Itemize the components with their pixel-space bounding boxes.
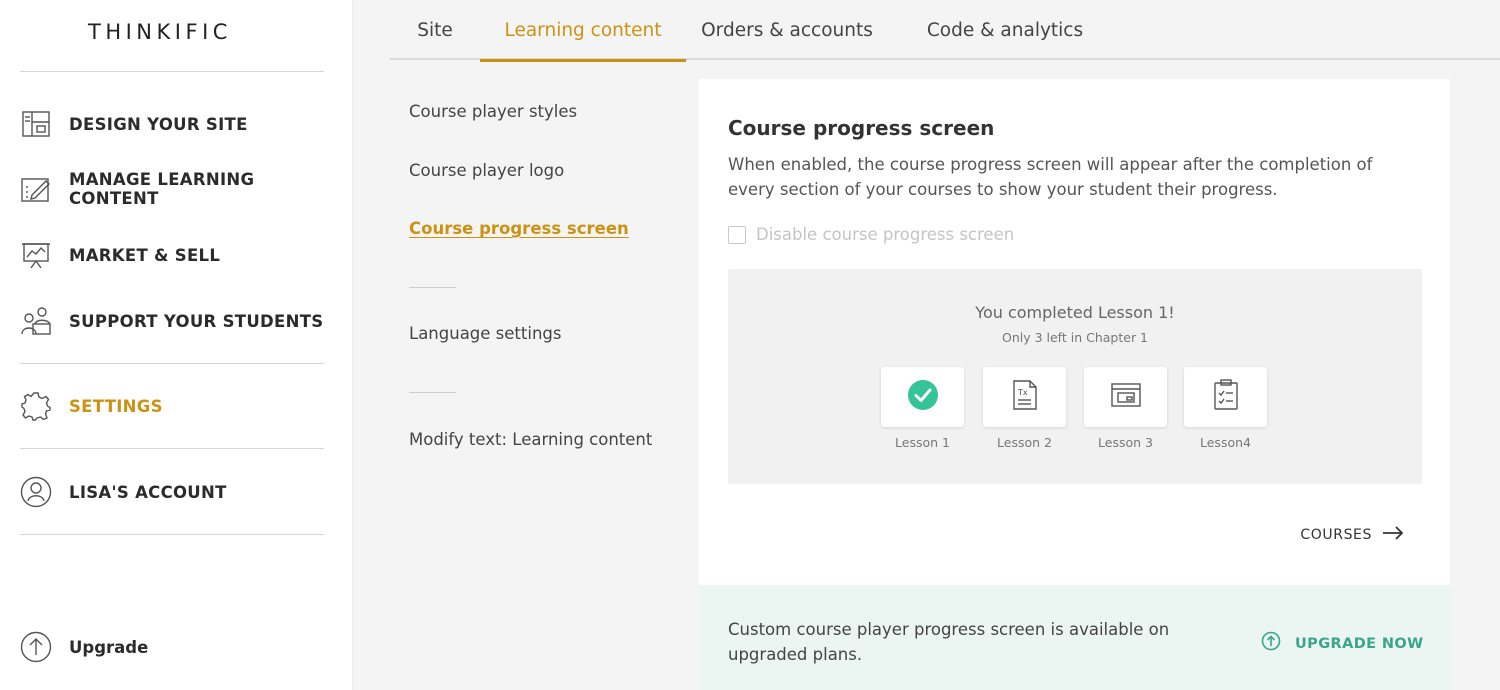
thinkific-logo[interactable]: THINKIFIC: [88, 20, 232, 44]
sidebar-upgrade-label: Upgrade: [69, 637, 149, 657]
progress-screen-preview: You completed Lesson 1! Only 3 left in C…: [728, 269, 1422, 484]
user-circle-icon: [20, 476, 52, 508]
lesson-name: Lesson 1: [895, 435, 950, 450]
sidebar-item-label: DESIGN YOUR SITE: [69, 114, 248, 134]
disable-progress-checkbox-label: Disable course progress screen: [756, 225, 1015, 244]
sidebar-upgrade-link[interactable]: Upgrade: [20, 627, 340, 667]
subnav-course-progress-screen[interactable]: Course progress screen: [409, 219, 629, 238]
upgrade-now-label: UPGRADE NOW: [1295, 635, 1424, 652]
sidebar-item-label: MANAGE LEARNING CONTENT: [69, 170, 255, 208]
lesson-name: Lesson 3: [1098, 435, 1153, 450]
sidebar-item-account[interactable]: LISA'S ACCOUNT: [20, 472, 340, 512]
arrow-right-icon: [1382, 526, 1404, 544]
subnav-divider: [409, 392, 456, 393]
sidebar-item-support-your-students[interactable]: SUPPORT YOUR STUDENTS: [20, 301, 340, 341]
upgrade-banner-text: Custom course player progress screen is …: [728, 620, 1170, 664]
subnav-language-settings[interactable]: Language settings: [409, 324, 561, 343]
quiz-clipboard-icon: [1213, 378, 1239, 416]
layout-icon: [20, 108, 52, 140]
subnav-course-player-logo[interactable]: Course player logo: [409, 161, 564, 180]
lesson-card: Lesson 3: [1084, 367, 1167, 450]
svg-text:Tx: Tx: [1017, 388, 1028, 397]
edit-content-icon: [20, 173, 52, 205]
presentation-chart-icon: [20, 239, 52, 271]
upgrade-banner: Custom course player progress screen is …: [699, 585, 1450, 690]
card-description: When enabled, the course progress screen…: [728, 155, 1373, 199]
preview-subtitle: Only 3 left in Chapter 1: [1001, 330, 1149, 345]
sidebar-item-label: MARKET & SELL: [69, 245, 221, 265]
disable-progress-checkbox[interactable]: [728, 225, 746, 244]
people-icon: [20, 305, 52, 337]
courses-link-label: COURSES: [1300, 527, 1372, 543]
lesson-card: Lesson4: [1184, 367, 1267, 450]
sidebar-divider: [20, 71, 324, 72]
sidebar-item-settings[interactable]: SETTINGS: [20, 386, 340, 426]
sidebar-item-market-sell[interactable]: MARKET & SELL: [20, 235, 340, 275]
disable-progress-checkbox-row[interactable]: Disable course progress screen: [728, 225, 1014, 244]
tab-code-analytics[interactable]: Code & analytics: [915, 0, 1095, 60]
subnav-divider: [409, 287, 456, 288]
courses-link[interactable]: COURSES: [1300, 526, 1404, 544]
lesson-name: Lesson 2: [997, 435, 1052, 450]
course-progress-card: Course progress screen When enabled, the…: [699, 79, 1450, 585]
card-title: Course progress screen: [728, 116, 995, 140]
window-media-icon: [1110, 382, 1142, 413]
tab-site[interactable]: Site: [390, 0, 480, 60]
preview-title: You completed Lesson 1!: [975, 303, 1175, 322]
arrow-up-circle-icon: [1261, 631, 1281, 656]
subnav-course-player-styles[interactable]: Course player styles: [409, 102, 577, 121]
upgrade-now-button[interactable]: UPGRADE NOW: [1261, 631, 1424, 656]
sidebar-item-label: LISA'S ACCOUNT: [69, 482, 227, 502]
subnav-modify-text[interactable]: Modify text: Learning content: [409, 430, 652, 449]
sidebar: THINKIFIC DESIGN YOUR SITE MANAGE LEARNI…: [0, 0, 353, 690]
text-document-icon: Tx: [1012, 379, 1038, 416]
lesson-card: Tx Lesson 2: [983, 367, 1066, 450]
arrow-up-circle-icon: [20, 631, 52, 663]
tab-orders-accounts[interactable]: Orders & accounts: [697, 0, 877, 60]
sidebar-item-design-your-site[interactable]: DESIGN YOUR SITE: [20, 104, 340, 144]
lesson-card: Lesson 1: [881, 367, 964, 450]
check-circle-icon: [907, 379, 939, 416]
sidebar-divider: [20, 363, 324, 364]
tab-learning-content[interactable]: Learning content: [480, 0, 686, 62]
settings-tabs: Site Learning content Orders & accounts …: [390, 0, 1500, 62]
sidebar-divider: [20, 448, 324, 449]
sidebar-item-label: SUPPORT YOUR STUDENTS: [69, 311, 324, 331]
sidebar-item-manage-learning-content[interactable]: MANAGE LEARNING CONTENT: [20, 169, 340, 209]
sidebar-item-label: SETTINGS: [69, 396, 163, 416]
gear-icon: [20, 390, 52, 422]
lesson-name: Lesson4: [1200, 435, 1251, 450]
sidebar-divider: [20, 534, 324, 535]
